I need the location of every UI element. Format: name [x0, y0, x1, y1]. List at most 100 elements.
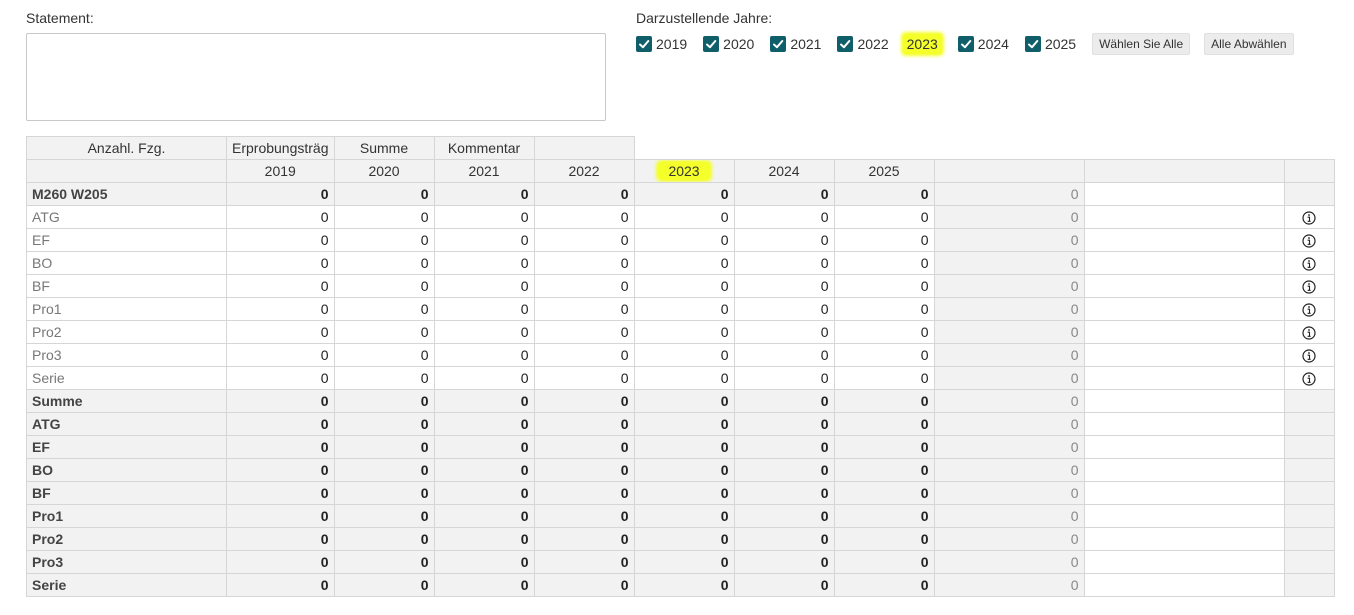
comment-input[interactable]	[1083, 527, 1285, 551]
year-checkbox-2020[interactable]: 2020	[703, 36, 754, 52]
value-cell[interactable]: 0	[533, 274, 635, 298]
year-checkbox-2024[interactable]: 2024	[957, 36, 1009, 52]
value-cell[interactable]: 0	[633, 343, 735, 367]
value-cell[interactable]: 0	[733, 228, 835, 252]
value-cell[interactable]: 0	[833, 297, 935, 321]
value-cell[interactable]: 0	[833, 274, 935, 298]
value-cell[interactable]: 0	[633, 274, 735, 298]
value-cell[interactable]: 0	[333, 297, 435, 321]
value-cell[interactable]: 0	[226, 251, 335, 275]
info-icon[interactable]	[1283, 343, 1335, 367]
value-cell[interactable]: 0	[533, 251, 635, 275]
value-cell[interactable]: 0	[533, 205, 635, 229]
value-cell[interactable]: 0	[633, 205, 735, 229]
value-cell[interactable]: 0	[733, 251, 835, 275]
value-cell[interactable]: 0	[733, 343, 835, 367]
value-cell[interactable]: 0	[333, 366, 435, 390]
comment-input[interactable]	[1083, 458, 1285, 482]
value-cell[interactable]: 0	[533, 343, 635, 367]
statement-input[interactable]	[26, 33, 606, 121]
year-checkbox-2023[interactable]: 2023	[902, 34, 942, 54]
comment-input[interactable]	[1083, 481, 1285, 505]
value-cell[interactable]: 0	[633, 366, 735, 390]
checkmark-icon[interactable]	[957, 36, 974, 52]
year-checkbox-2022[interactable]: 2022	[837, 36, 889, 52]
value-cell[interactable]: 0	[433, 343, 535, 367]
value-cell[interactable]: 0	[333, 228, 435, 252]
value-cell[interactable]: 0	[633, 297, 735, 321]
value-cell[interactable]: 0	[533, 366, 635, 390]
checkmark-icon[interactable]	[1024, 36, 1041, 52]
comment-input[interactable]	[1083, 251, 1285, 275]
comment-input[interactable]	[1083, 412, 1285, 436]
checkmark-icon[interactable]	[636, 36, 652, 52]
value-cell[interactable]: 0	[633, 320, 735, 344]
comment-input[interactable]	[1083, 504, 1285, 528]
comment-input[interactable]	[1083, 297, 1285, 321]
value-cell[interactable]: 0	[433, 366, 535, 390]
comment-input[interactable]	[1083, 343, 1285, 367]
comment-input[interactable]	[1083, 274, 1285, 298]
comment-input[interactable]	[1083, 228, 1285, 252]
year-checkbox-2025[interactable]: 2025	[1024, 36, 1076, 52]
value-cell[interactable]: 0	[433, 274, 535, 298]
value-cell[interactable]: 0	[226, 297, 335, 321]
value-cell[interactable]: 0	[333, 274, 435, 298]
info-icon[interactable]	[1283, 297, 1335, 321]
value-cell[interactable]: 0	[833, 366, 935, 390]
comment-input[interactable]	[1083, 573, 1285, 597]
value-cell[interactable]: 0	[833, 251, 935, 275]
value-cell[interactable]: 0	[833, 228, 935, 252]
info-icon[interactable]	[1283, 205, 1335, 229]
value-cell[interactable]: 0	[433, 205, 535, 229]
info-icon[interactable]	[1283, 274, 1335, 298]
comment-input[interactable]	[1083, 389, 1285, 413]
comment-input[interactable]	[1083, 182, 1285, 206]
value-cell[interactable]: 0	[733, 274, 835, 298]
comment-input[interactable]	[1083, 320, 1285, 344]
value-cell[interactable]: 0	[733, 366, 835, 390]
value-cell[interactable]: 0	[533, 297, 635, 321]
info-icon[interactable]	[1283, 251, 1335, 275]
value-cell[interactable]: 0	[226, 366, 335, 390]
value-cell[interactable]: 0	[226, 205, 335, 229]
value-cell[interactable]: 0	[533, 228, 635, 252]
value-cell[interactable]: 0	[333, 205, 435, 229]
value-cell[interactable]: 0	[833, 205, 935, 229]
comment-input[interactable]	[1083, 435, 1285, 459]
value-cell[interactable]: 0	[733, 205, 835, 229]
info-icon[interactable]	[1283, 228, 1335, 252]
value-cell[interactable]: 0	[433, 320, 535, 344]
value-cell[interactable]: 0	[433, 297, 535, 321]
value-cell[interactable]: 0	[633, 251, 735, 275]
comment-input[interactable]	[1083, 366, 1285, 390]
value-cell[interactable]: 0	[333, 343, 435, 367]
value-cell[interactable]: 0	[226, 228, 335, 252]
value-cell: 0	[433, 435, 535, 459]
checkmark-icon[interactable]	[703, 36, 720, 52]
value-cell[interactable]: 0	[633, 228, 735, 252]
value-cell[interactable]: 0	[333, 320, 435, 344]
year-checkbox-2019[interactable]: 2019	[636, 36, 687, 52]
checkmark-icon[interactable]	[837, 36, 854, 52]
value-cell[interactable]: 0	[733, 297, 835, 321]
value-cell[interactable]: 0	[433, 228, 535, 252]
value-cell[interactable]: 0	[333, 251, 435, 275]
comment-input[interactable]	[1083, 205, 1285, 229]
value-cell[interactable]: 0	[226, 343, 335, 367]
comment-input[interactable]	[1083, 550, 1285, 574]
year-checkbox-2021[interactable]: 2021	[770, 36, 821, 52]
info-icon[interactable]	[1283, 366, 1335, 390]
value-cell[interactable]: 0	[833, 343, 935, 367]
value-cell[interactable]: 0	[533, 320, 635, 344]
select-all-button[interactable]: Wählen Sie Alle	[1092, 33, 1191, 55]
value-cell[interactable]: 0	[433, 251, 535, 275]
row-label: EF	[26, 228, 227, 252]
info-icon[interactable]	[1283, 320, 1335, 344]
value-cell[interactable]: 0	[226, 274, 335, 298]
checkmark-icon[interactable]	[770, 36, 787, 52]
value-cell[interactable]: 0	[833, 320, 935, 344]
deselect-all-button[interactable]: Alle Abwählen	[1204, 33, 1294, 55]
value-cell[interactable]: 0	[733, 320, 835, 344]
value-cell[interactable]: 0	[226, 320, 335, 344]
